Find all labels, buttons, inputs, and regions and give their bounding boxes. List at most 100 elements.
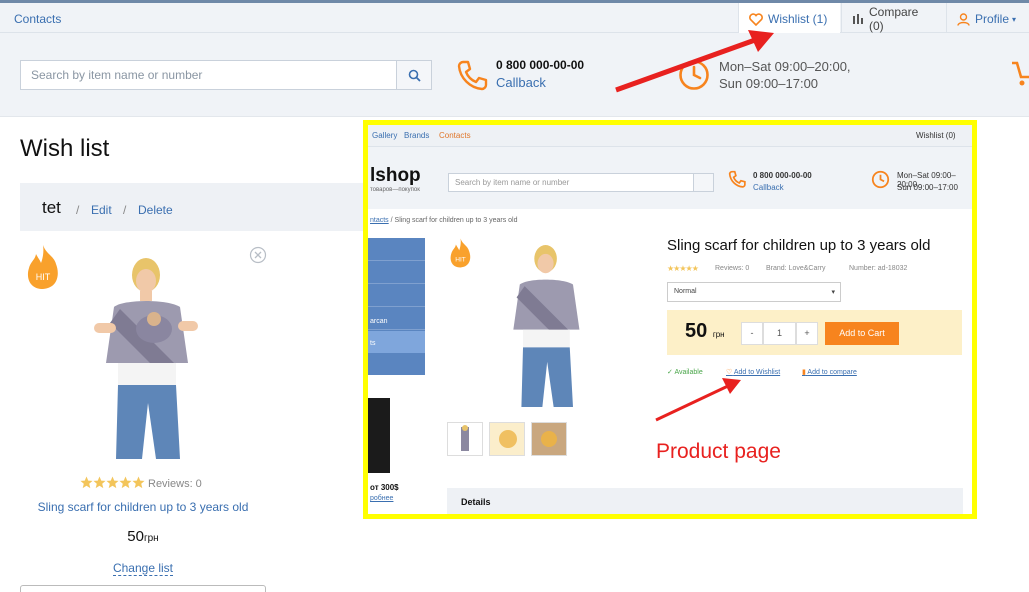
star-icon	[132, 476, 145, 489]
inset-price-currency: грн	[712, 330, 725, 339]
inset-add-to-wishlist-label: Add to Wishlist	[733, 369, 781, 376]
inset-buy-box: 50 грн - 1 + Add to Cart	[667, 310, 962, 355]
price-currency: грн	[143, 533, 159, 544]
search-input[interactable]	[21, 61, 396, 89]
top-bar: Contacts Wishlist (1) Compare (0) Profil…	[0, 0, 1029, 35]
compare-label: Compare (0)	[869, 5, 919, 33]
search-button[interactable]	[396, 61, 431, 89]
search-box	[20, 60, 432, 90]
search-icon	[408, 69, 421, 82]
inset-contacts-link: Contacts	[439, 131, 471, 140]
inset-brand: Brand: Love&Carry	[766, 265, 826, 272]
inset-product-title: Sling scarf for children up to 3 years o…	[667, 237, 931, 254]
inset-right-edge	[964, 235, 972, 435]
separator: /	[123, 203, 127, 217]
star-icon	[106, 476, 119, 489]
remove-item-icon[interactable]	[249, 246, 267, 264]
heart-icon	[749, 12, 763, 26]
clock-icon	[679, 60, 709, 90]
wishlist-link[interactable]: Wishlist (1)	[738, 3, 840, 35]
inset-brands-link: Brands	[404, 131, 430, 140]
price-value: 50	[127, 528, 144, 545]
compare-link[interactable]: Compare (0)	[841, 3, 946, 35]
inset-breadcrumb: ntacts / Sling scarf for children up to …	[370, 217, 517, 224]
edit-list-link[interactable]: Edit	[91, 203, 112, 217]
inset-top-bar: Gallery Brands Contacts Wishlist (0)	[368, 125, 972, 147]
inset-hit-badge-icon: HIT	[450, 238, 471, 268]
bar-chart-icon	[853, 14, 863, 24]
inset-rating-stars: ★★★★★	[667, 264, 699, 273]
star-icon	[93, 476, 106, 489]
inset-sidebar-item: ts	[370, 340, 376, 347]
inset-price-value: 50	[685, 320, 708, 342]
working-hours-weekdays: Mon–Sat 09:00–20:00,	[719, 59, 851, 74]
inset-qty-plus: +	[796, 322, 818, 345]
inset-thumbnail	[531, 422, 567, 456]
inset-banner-price: от 300$	[370, 483, 399, 492]
inset-add-to-cart-button: Add to Cart	[825, 322, 899, 345]
wishlist-header-bar: tet / Edit / Delete	[20, 183, 372, 231]
inset-variant-value: Normal	[674, 288, 697, 295]
inset-details-label: Details	[461, 497, 491, 507]
inset-banner-link: робнее	[370, 495, 394, 502]
change-list-label: Change list	[112, 561, 174, 576]
inset-phone-icon	[728, 170, 746, 188]
page-title: Wish list	[20, 135, 110, 162]
profile-link[interactable]: Profile ▾	[946, 3, 1029, 35]
inset-reviews: Reviews: 0	[715, 265, 750, 272]
inset-gallery-link: Gallery	[372, 131, 398, 140]
wishlist-label: Wishlist (1)	[768, 12, 828, 26]
inset-thumbnail	[489, 422, 525, 456]
inset-phone-number: 0 800 000-00-00	[753, 171, 812, 180]
inset-hit-badge-label: HIT	[455, 257, 466, 264]
hit-badge-label: HIT	[36, 272, 51, 282]
delete-list-link[interactable]: Delete	[138, 203, 173, 217]
inset-category-sidebar	[368, 238, 425, 375]
rating-stars	[80, 476, 145, 489]
inset-search-input: Search by item name or number	[448, 173, 714, 192]
contacts-link[interactable]: Contacts	[14, 12, 61, 26]
inset-thumbnail	[447, 422, 483, 456]
user-icon	[957, 12, 970, 26]
wishlist-name: tet	[42, 198, 61, 217]
inset-item-number: Number: ad-18032	[849, 265, 908, 272]
inset-details-tab: Details	[447, 488, 963, 514]
inset-chevron-down-icon: ▾	[831, 289, 835, 296]
inset-logo: lshop	[370, 165, 421, 186]
profile-label: Profile	[975, 12, 1010, 26]
inset-add-to-compare-link: ▮ Add to compare	[802, 368, 857, 376]
separator: /	[76, 203, 80, 217]
inset-qty-value: 1	[763, 322, 796, 345]
inset-clock-icon	[871, 170, 890, 189]
reviews-count: Reviews: 0	[148, 478, 202, 490]
annotation-label: Product page	[656, 440, 781, 463]
site-header: 0 800 000-00-00 Callback Mon–Sat 09:00–2…	[0, 33, 1029, 117]
chevron-down-icon: ▾	[1012, 14, 1017, 24]
inset-banner-image	[368, 398, 390, 473]
hit-badge-icon: HIT	[27, 245, 58, 289]
change-list-link[interactable]: Change list	[20, 561, 266, 576]
inset-variant-select: Normal ▾	[667, 282, 841, 302]
inset-heart-icon: ♡	[726, 369, 733, 376]
working-hours-sunday: Sun 09:00–17:00	[719, 76, 819, 91]
inset-qty-minus: -	[741, 322, 763, 345]
cart-icon[interactable]	[1012, 59, 1029, 89]
callback-link[interactable]: Callback	[496, 75, 546, 90]
product-image[interactable]	[84, 253, 214, 459]
list-select[interactable]	[20, 585, 266, 592]
inset-price: 50 грн	[685, 320, 725, 343]
inset-callback-link: Callback	[753, 183, 784, 192]
inset-add-to-wishlist-link: ♡ Add to Wishlist	[726, 368, 780, 376]
inset-search-icon	[693, 174, 713, 191]
inset-availability-label: Available	[674, 369, 703, 376]
inset-bar-chart-icon: ▮	[802, 369, 806, 376]
product-name-link[interactable]: Sling scarf for children up to 3 years o…	[20, 500, 266, 514]
inset-search-placeholder: Search by item name or number	[455, 178, 570, 187]
inset-add-to-compare-label: Add to compare	[807, 369, 857, 376]
phone-icon	[457, 60, 488, 91]
inset-breadcrumb-link: ntacts	[370, 217, 389, 224]
inset-sidebar-item: arcan	[370, 318, 388, 325]
inset-wishlist-link: Wishlist (0)	[916, 131, 956, 140]
inset-breadcrumb-current: / Sling scarf for children up to 3 years…	[390, 217, 518, 224]
inset-logo-tagline: товаров—покупок	[370, 187, 420, 193]
